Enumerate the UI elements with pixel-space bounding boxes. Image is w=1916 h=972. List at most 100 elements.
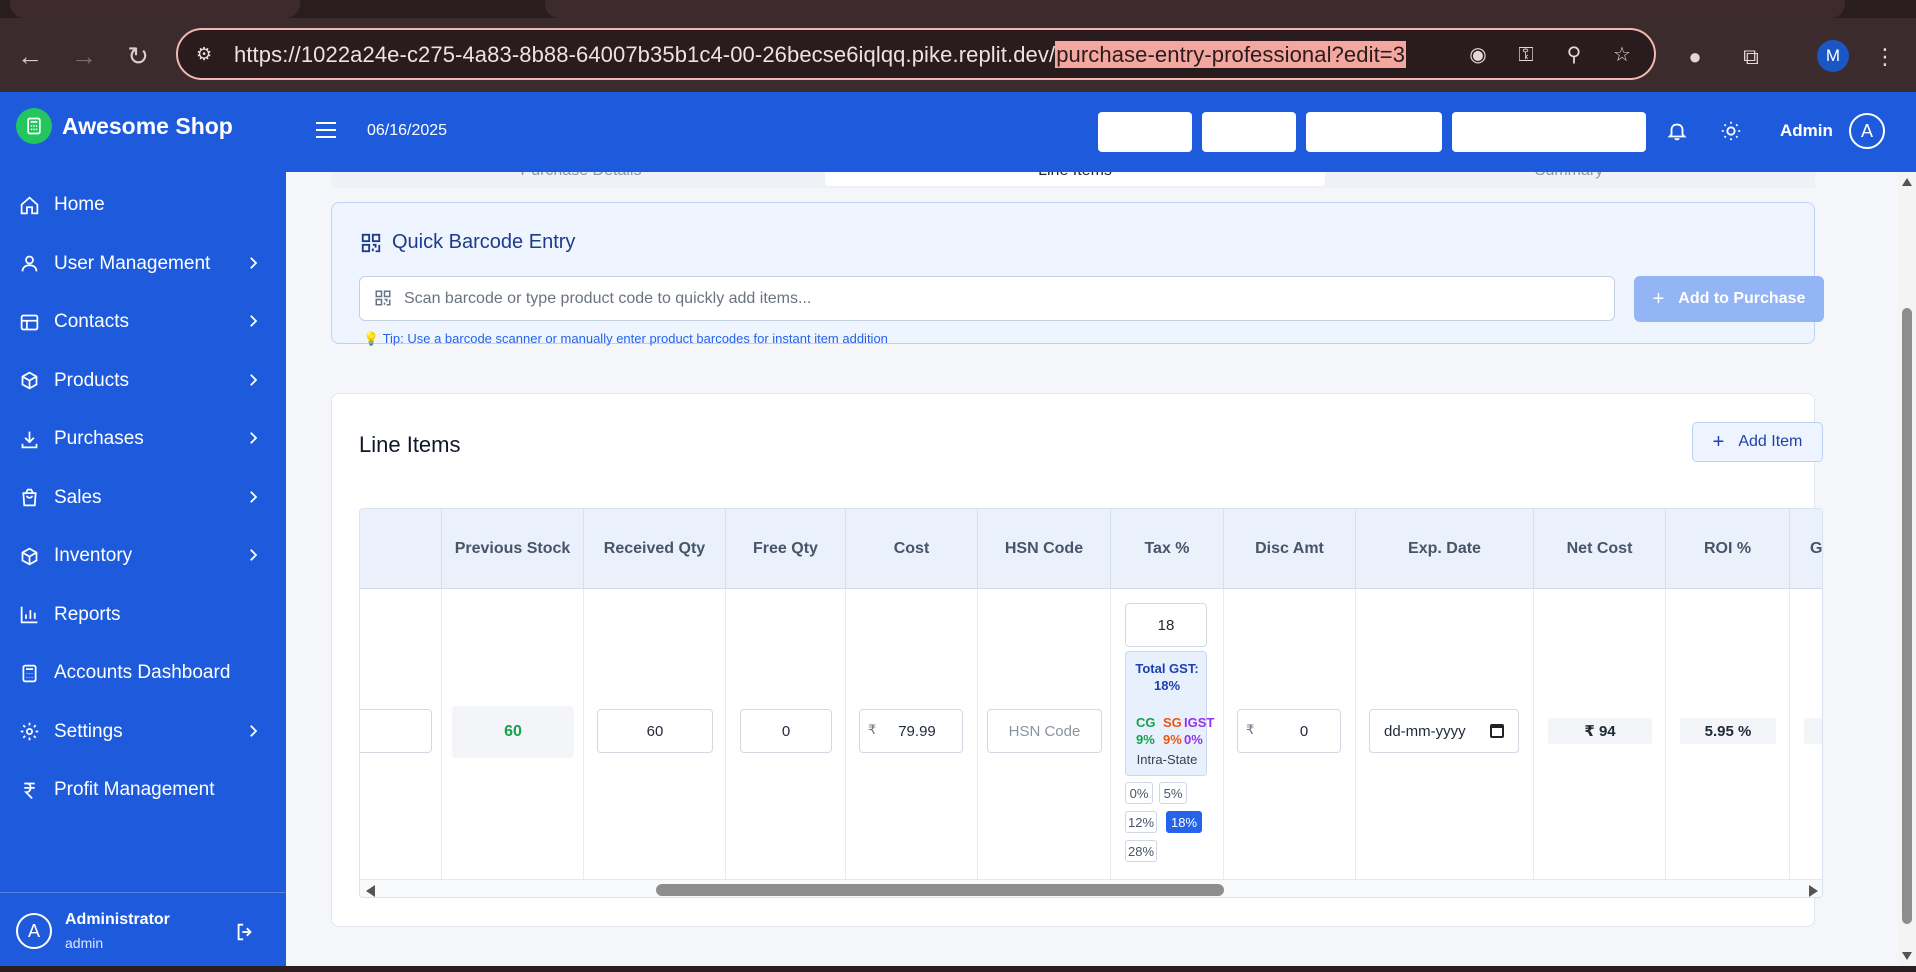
scroll-down-icon[interactable] — [1902, 952, 1912, 960]
sidebar-item-user-management[interactable]: User Management — [0, 235, 286, 294]
table-icon — [18, 311, 40, 333]
tax-rate-chip[interactable]: 12% — [1125, 811, 1157, 833]
cost-input[interactable]: ₹ 79.99 — [859, 709, 963, 753]
address-bar[interactable]: ⚙ https://1022a24e-c275-4a83-8b88-64007b… — [176, 28, 1656, 80]
cookie-icon[interactable]: ● — [1680, 42, 1710, 72]
tab-summary[interactable]: Summary — [1319, 172, 1819, 186]
horizontal-scrollbar[interactable] — [360, 879, 1822, 897]
sidebar-item-label: Contacts — [54, 311, 129, 333]
chevron-right-icon — [244, 488, 262, 506]
header-username[interactable]: Admin — [1780, 121, 1833, 141]
header-action-button[interactable] — [1098, 112, 1192, 152]
tab-purchase-details[interactable]: Purchase Details — [331, 172, 831, 186]
user-icon — [18, 253, 40, 275]
back-icon[interactable]: ← — [16, 42, 44, 70]
sidebar-item-settings[interactable]: Settings — [0, 703, 286, 762]
sidebar-item-label: Settings — [54, 720, 123, 742]
sidebar-item-contacts[interactable]: Contacts — [0, 293, 286, 352]
scroll-up-icon[interactable] — [1902, 178, 1912, 186]
vertical-scrollbar[interactable] — [1898, 172, 1916, 966]
add-item-button[interactable]: + Add Item — [1692, 422, 1823, 462]
add-to-purchase-button[interactable]: + Add to Purchase — [1634, 276, 1824, 322]
browser-tab-strip — [0, 0, 1916, 18]
scroll-right-icon[interactable] — [1809, 885, 1818, 897]
calculator-icon — [18, 662, 40, 684]
table-cell-disc-amt: ₹ 0 — [1224, 589, 1356, 879]
sidebar-item-profit-management[interactable]: Profit Management — [0, 761, 286, 820]
tab-line-items[interactable]: Line Items — [825, 172, 1325, 186]
hsn-code-input[interactable]: HSN Code — [987, 709, 1102, 753]
table-cell-received-qty: 60 — [584, 589, 726, 879]
chevron-right-icon — [244, 429, 262, 447]
sidebar-item-label: Purchases — [54, 428, 144, 450]
bell-icon[interactable] — [1666, 120, 1688, 142]
sidebar-item-label: Profit Management — [54, 779, 215, 801]
sidebar-item-accounts-dashboard[interactable]: Accounts Dashboard — [0, 644, 286, 703]
table-cell-free-qty: 0 — [726, 589, 846, 879]
calendar-icon[interactable] — [1490, 724, 1504, 738]
home-icon — [18, 194, 40, 216]
tax-rate-chip[interactable]: 0% — [1125, 782, 1153, 804]
tax-rate-chip[interactable]: 5% — [1159, 782, 1187, 804]
browser-toolbar: ← → ↻ ⚙ https://1022a24e-c275-4a83-8b88-… — [0, 18, 1916, 92]
chevron-right-icon — [244, 371, 262, 389]
reload-icon[interactable]: ↻ — [124, 42, 152, 70]
tax-rate-chip-selected[interactable]: 18% — [1166, 811, 1202, 833]
camera-icon[interactable]: ◉ — [1464, 42, 1492, 68]
exp-date-input[interactable]: dd-mm-yyyy — [1369, 709, 1519, 753]
profile-avatar[interactable]: M — [1817, 40, 1849, 72]
avatar[interactable]: A — [16, 913, 52, 949]
sidebar-item-inventory[interactable]: Inventory — [0, 527, 286, 586]
scroll-left-icon[interactable] — [366, 885, 375, 897]
taskbar-edge — [0, 966, 1916, 972]
table-header: Previous Stock Received Qty Free Qty Cos… — [360, 509, 1822, 589]
received-qty-input[interactable]: 60 — [597, 709, 713, 753]
gst-breakdown: Total GST: 18% CG 9% SG 9% IGST 0% Intra-St… — [1125, 651, 1214, 776]
top-header: 06/16/2025 Admin A — [286, 92, 1916, 172]
table-cell-cost: ₹ 79.99 — [846, 589, 978, 879]
zoom-icon[interactable]: ⚲ — [1560, 42, 1588, 68]
scrollbar-thumb[interactable] — [656, 884, 1224, 896]
sidebar-item-home[interactable]: Home — [0, 176, 286, 235]
sidebar-item-purchases[interactable]: Purchases — [0, 410, 286, 469]
column-header-tax: Tax % — [1111, 509, 1224, 589]
brand-name: Awesome Shop — [62, 112, 233, 139]
product-input[interactable] — [360, 709, 432, 753]
sidebar-item-sales[interactable]: Sales — [0, 469, 286, 528]
rupee-icon — [18, 779, 40, 801]
line-items-card: Line Items + Add Item Previous Stock Rec… — [331, 393, 1823, 927]
tax-rate-chip[interactable]: 28% — [1125, 840, 1157, 862]
site-info-icon[interactable]: ⚙ — [196, 44, 218, 64]
line-items-title: Line Items — [359, 432, 461, 457]
sidebar-item-reports[interactable]: Reports — [0, 586, 286, 645]
free-qty-input[interactable]: 0 — [740, 709, 832, 753]
sun-icon[interactable] — [1720, 120, 1742, 142]
table-cell-exp-date: dd-mm-yyyy — [1356, 589, 1534, 879]
star-icon[interactable]: ☆ — [1608, 42, 1636, 68]
logout-icon[interactable] — [234, 921, 256, 943]
scrollbar-thumb[interactable] — [1902, 308, 1912, 924]
extensions-icon[interactable]: ⧉ — [1736, 42, 1766, 72]
header-action-button[interactable] — [1202, 112, 1296, 152]
disc-amt-input[interactable]: ₹ 0 — [1237, 709, 1341, 753]
menu-icon[interactable]: ⋮ — [1870, 42, 1900, 72]
table-cell-roi: 5.95 % — [1666, 589, 1790, 879]
menu-toggle-icon[interactable] — [316, 122, 336, 140]
header-action-button[interactable] — [1306, 112, 1442, 152]
avatar[interactable]: A — [1849, 113, 1885, 149]
net-cost-value: ₹ 94 — [1548, 718, 1652, 744]
barcode-input-wrapper — [359, 276, 1615, 321]
column-header-roi: ROI % — [1666, 509, 1790, 589]
browser-tab[interactable] — [545, 0, 1845, 18]
key-icon[interactable]: ⚿ — [1512, 42, 1540, 68]
table-cell-hsn: HSN Code — [978, 589, 1111, 879]
shopping-bag-icon — [18, 487, 40, 509]
brand[interactable]: Awesome Shop — [16, 108, 233, 144]
browser-tab[interactable] — [10, 0, 300, 18]
header-action-button[interactable] — [1452, 112, 1646, 152]
sidebar-item-products[interactable]: Products — [0, 352, 286, 411]
forward-icon[interactable]: → — [70, 42, 98, 70]
chevron-right-icon — [244, 546, 262, 564]
tax-input[interactable]: 18 — [1125, 603, 1207, 647]
barcode-input[interactable] — [404, 285, 1594, 313]
